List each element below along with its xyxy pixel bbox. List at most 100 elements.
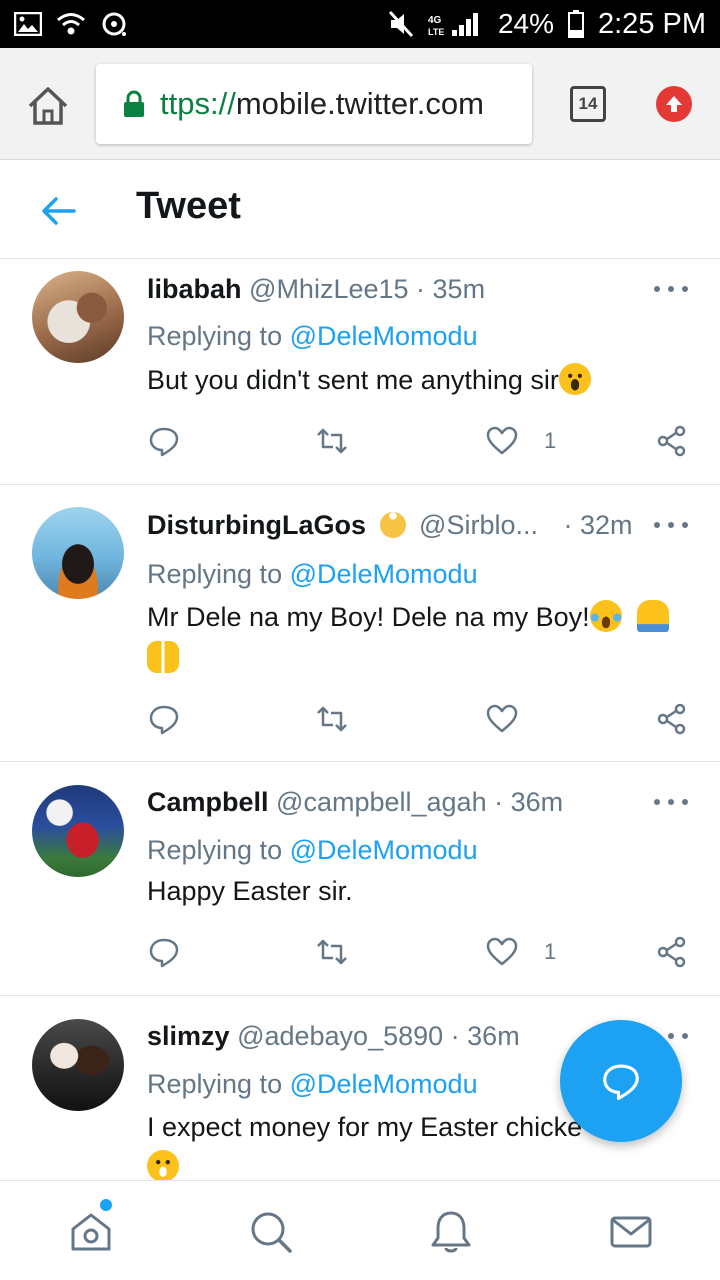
share-icon <box>657 425 686 457</box>
browser-toolbar: ttps://mobile.twitter.com 14 <box>0 48 720 160</box>
tweet-time: · 36m <box>450 1021 520 1051</box>
retweet-button[interactable] <box>316 932 348 972</box>
like-button[interactable] <box>486 699 544 739</box>
tweet-body: Mr Dele na my Boy! Dele na my Boy! <box>147 602 590 632</box>
more-options-icon[interactable] <box>654 518 688 532</box>
notifications-icon[interactable] <box>428 1209 474 1255</box>
tweet-body: I expect money for my Easter chicke <box>147 1112 583 1142</box>
svg-text:4G: 4G <box>428 15 442 26</box>
mention-link[interactable]: @DeleMomodu <box>290 321 478 351</box>
grinning-emoji-icon <box>147 1150 179 1182</box>
reply-button[interactable] <box>148 932 180 972</box>
url-host: mobile.twitter.com <box>235 86 484 121</box>
avatar[interactable] <box>32 507 124 599</box>
home-icon[interactable] <box>68 1209 114 1255</box>
tweet-item[interactable]: libabah @MhizLee15 · 35m Replying to @De… <box>0 260 720 485</box>
battery-icon <box>568 10 584 38</box>
replying-to: Replying to @DeleMomodu <box>147 321 478 352</box>
tweet-header: Campbell @campbell_agah · 36m <box>147 787 563 818</box>
share-button[interactable] <box>656 421 688 461</box>
author-name[interactable]: Campbell <box>147 787 269 817</box>
author-handle[interactable]: @MhizLee15 <box>249 274 409 304</box>
lte-signal-icon: 4GLTE <box>428 13 478 37</box>
reply-icon <box>149 427 179 457</box>
tweet-time: · 36m <box>494 787 564 817</box>
lock-icon <box>124 90 144 117</box>
like-button[interactable]: 1 <box>486 421 556 461</box>
url-scheme: ttps:// <box>160 86 236 121</box>
tweet-header: slimzy @adebayo_5890 · 36m <box>147 1021 520 1052</box>
author-name[interactable]: slimzy <box>147 1021 230 1051</box>
status-bar: 4G LTE 24% 2:25 PM <box>0 0 720 48</box>
search-icon[interactable] <box>248 1209 294 1255</box>
page-title: Tweet <box>136 185 241 227</box>
author-name[interactable]: libabah <box>147 274 242 304</box>
raising-hands-emoji-icon <box>147 641 179 673</box>
status-right: 4G LTE 24% 2:25 PM <box>388 8 706 41</box>
wifi-icon <box>57 13 85 35</box>
avatar[interactable] <box>32 1019 124 1111</box>
avatar[interactable] <box>32 271 124 363</box>
battery-percent: 24% <box>497 8 554 39</box>
tweet-text: But you didn't sent me anything sir <box>147 360 677 400</box>
share-button[interactable] <box>656 699 688 739</box>
reply-icon <box>149 938 179 968</box>
home-icon[interactable] <box>26 84 70 128</box>
replying-prefix: Replying to <box>147 835 283 865</box>
clock: 2:25 PM <box>598 7 706 40</box>
messages-icon[interactable] <box>608 1209 654 1255</box>
more-options-icon[interactable] <box>654 795 688 809</box>
replying-to: Replying to @DeleMomodu <box>147 1069 478 1100</box>
tweet-actions: 1 <box>0 421 720 461</box>
mention-link[interactable]: @DeleMomodu <box>290 559 478 589</box>
tweet-header: libabah @MhizLee15 · 35m <box>147 274 485 305</box>
like-count: 1 <box>544 939 557 964</box>
share-icon <box>657 703 686 735</box>
share-button[interactable] <box>656 932 688 972</box>
heart-icon <box>486 937 518 966</box>
avatar[interactable] <box>32 785 124 877</box>
retweet-button[interactable] <box>316 699 348 739</box>
author-handle[interactable]: @adebayo_5890 <box>237 1021 443 1051</box>
replying-prefix: Replying to <box>147 1069 283 1099</box>
angel-emoji-icon <box>379 512 406 538</box>
tweet-body: Happy Easter sir. <box>147 876 353 906</box>
like-button[interactable]: 1 <box>486 932 556 972</box>
reply-button[interactable] <box>148 699 180 739</box>
tears-of-joy-emoji-icon <box>589 600 622 632</box>
tweet-actions <box>0 699 720 739</box>
tab-switcher-button[interactable]: 14 <box>570 86 606 122</box>
compose-reply-button[interactable] <box>560 1020 682 1142</box>
retweet-button[interactable] <box>316 421 348 461</box>
back-arrow-icon[interactable] <box>38 191 78 231</box>
author-handle[interactable]: @Sirblo... <box>419 510 538 540</box>
mention-link[interactable]: @DeleMomodu <box>290 1069 478 1099</box>
like-count: 1 <box>544 428 557 453</box>
status-left <box>14 10 128 38</box>
tweet-item[interactable]: Campbell @campbell_agah · 36m Replying t… <box>0 763 720 996</box>
mention-link[interactable]: @DeleMomodu <box>290 835 478 865</box>
praying-hands-emoji-icon <box>637 600 670 632</box>
tweet-time: · 35m <box>416 274 486 304</box>
update-button[interactable] <box>656 86 692 122</box>
mute-icon <box>388 10 414 38</box>
bottom-navigation <box>0 1180 720 1280</box>
author-handle[interactable]: @campbell_agah <box>276 787 487 817</box>
replying-prefix: Replying to <box>147 559 283 589</box>
author-name[interactable]: DisturbingLaGos <box>147 510 366 540</box>
tweet-header: DisturbingLaGos @Sirblo... · 32m <box>147 510 633 541</box>
tweet-item[interactable]: DisturbingLaGos @Sirblo... · 32m Replyin… <box>0 486 720 762</box>
more-options-icon[interactable] <box>654 282 688 296</box>
address-bar[interactable]: ttps://mobile.twitter.com <box>96 64 532 144</box>
home-notification-dot <box>100 1199 112 1211</box>
retweet-icon <box>317 939 347 965</box>
tweet-text: Happy Easter sir. <box>147 871 677 911</box>
retweet-icon <box>317 428 347 454</box>
sync-notification-icon <box>102 12 126 36</box>
replying-to: Replying to @DeleMomodu <box>147 835 478 866</box>
retweet-icon <box>317 706 347 732</box>
replying-to: Replying to @DeleMomodu <box>147 559 478 590</box>
tweet-time: · 32m <box>563 510 633 540</box>
reply-button[interactable] <box>148 421 180 461</box>
compose-reply-icon <box>603 1064 639 1101</box>
